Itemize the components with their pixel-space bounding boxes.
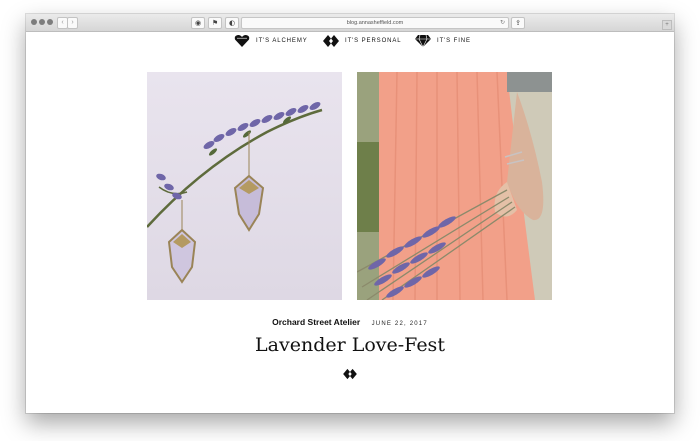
new-tab-button[interactable]: + <box>662 20 672 30</box>
nav-label-alchemy: IT'S ALCHEMY <box>256 38 308 44</box>
post-byline: Orchard Street Atelier JUNE 22, 2017 <box>26 312 674 330</box>
zoom-window-icon[interactable] <box>47 19 53 25</box>
post-author[interactable]: Orchard Street Atelier <box>272 317 360 327</box>
heart-gem-icon <box>234 35 250 47</box>
double-diamond-icon <box>343 368 357 380</box>
earrings-illustration <box>147 72 342 300</box>
share-icon[interactable]: ⇪ <box>511 17 525 29</box>
bouquet-illustration <box>357 72 552 300</box>
minimize-window-icon[interactable] <box>39 19 45 25</box>
faceted-gem-icon <box>415 34 431 48</box>
post-title[interactable]: Lavender Love-Fest <box>26 334 674 356</box>
reload-icon[interactable]: ↻ <box>500 18 505 28</box>
double-diamond-icon <box>323 35 339 47</box>
post-date: JUNE 22, 2017 <box>371 321 428 327</box>
nav-label-fine: IT'S FINE <box>437 38 471 44</box>
lavender-earrings-photo[interactable] <box>147 72 342 300</box>
browser-window: ‹ › ◉ ⚑ ◐ blog.annasheffield.com ↻ ⇪ + I… <box>26 14 674 413</box>
lavender-bouquet-photo[interactable] <box>357 72 552 300</box>
address-url: blog.annasheffield.com <box>346 20 404 26</box>
forward-button[interactable]: › <box>67 17 78 29</box>
pin-icon[interactable]: ⚑ <box>208 17 222 29</box>
tab-icon[interactable]: ◉ <box>191 17 205 29</box>
privacy-icon[interactable]: ◐ <box>225 17 239 29</box>
nav-label-personal: IT'S PERSONAL <box>345 38 402 44</box>
close-window-icon[interactable] <box>31 19 37 25</box>
nav-item-fine[interactable]: IT'S FINE <box>415 34 473 48</box>
nav-item-alchemy[interactable]: IT'S ALCHEMY <box>234 34 307 48</box>
address-bar[interactable]: blog.annasheffield.com ↻ <box>241 17 509 29</box>
browser-toolbar: ‹ › ◉ ⚑ ◐ blog.annasheffield.com ↻ ⇪ + <box>26 14 674 32</box>
nav-item-personal[interactable]: IT'S PERSONAL <box>322 34 401 48</box>
